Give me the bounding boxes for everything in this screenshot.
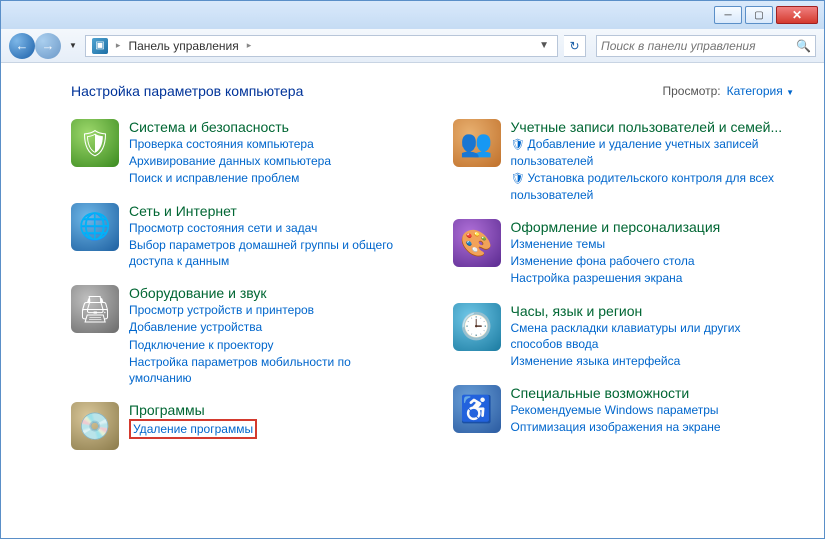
titlebar: ─ ▢ ✕ (1, 1, 824, 29)
task-link[interactable]: Рекомендуемые Windows параметры (511, 402, 721, 418)
task-link[interactable]: Настройка разрешения экрана (511, 270, 721, 286)
nav-arrows: ← → (9, 33, 61, 59)
category-users-title[interactable]: Учетные записи пользователей и семей... (511, 119, 795, 135)
category-access-title[interactable]: Специальные возможности (511, 385, 721, 401)
minimize-button[interactable]: ─ (714, 6, 742, 24)
category-appearance: 🎨 Оформление и персонализация Изменение … (453, 219, 795, 287)
category-system-title[interactable]: Система и безопасность (129, 119, 331, 135)
task-link[interactable]: Настройка параметров мобильности по умол… (129, 354, 413, 386)
view-by: Просмотр: Категория ▼ (662, 84, 794, 98)
category-hardware: 🖨 Оборудование и звук Просмотр устройств… (71, 285, 413, 386)
category-appearance-title[interactable]: Оформление и персонализация (511, 219, 721, 235)
breadcrumb-sep: ▸ (112, 40, 125, 51)
accessibility-icon: ♿ (453, 385, 501, 433)
task-link[interactable]: 🛡Установка родительского контроля для вс… (511, 170, 795, 203)
right-column: 👥 Учетные записи пользователей и семей..… (453, 119, 795, 450)
breadcrumb-sep: ▸ (243, 40, 256, 51)
disc-icon: 💿 (71, 402, 119, 450)
control-panel-window: ─ ▢ ✕ ← → ▼ ▣ ▸ Панель управления ▸ ▼ ↻ … (0, 0, 825, 539)
category-users: 👥 Учетные записи пользователей и семей..… (453, 119, 795, 203)
task-link[interactable]: Изменение темы (511, 236, 721, 252)
highlight-box: Удаление программы (129, 419, 257, 439)
page-title: Настройка параметров компьютера (71, 83, 303, 99)
task-link[interactable]: Оптимизация изображения на экране (511, 419, 721, 435)
task-link[interactable]: Подключение к проектору (129, 337, 413, 353)
category-clock: 🕒 Часы, язык и регион Смена раскладки кл… (453, 303, 795, 370)
task-link[interactable]: Архивирование данных компьютера (129, 153, 331, 169)
task-link[interactable]: Поиск и исправление проблем (129, 170, 331, 186)
left-column: 🛡 Система и безопасность Проверка состоя… (71, 119, 413, 450)
printer-icon: 🖨 (71, 285, 119, 333)
monitor-icon: 🎨 (453, 219, 501, 267)
task-link[interactable]: Добавление устройства (129, 319, 413, 335)
maximize-button[interactable]: ▢ (745, 6, 773, 24)
page-header: Настройка параметров компьютера Просмотр… (71, 83, 794, 99)
search-input[interactable] (601, 39, 796, 53)
category-network-title[interactable]: Сеть и Интернет (129, 203, 413, 219)
history-dropdown[interactable]: ▼ (67, 41, 79, 50)
refresh-button[interactable]: ↻ (564, 35, 586, 57)
category-access: ♿ Специальные возможности Рекомендуемые … (453, 385, 795, 435)
shield-icon: 🛡 (71, 119, 119, 167)
view-dropdown[interactable]: Категория ▼ (727, 84, 794, 98)
page-body: Настройка параметров компьютера Просмотр… (1, 63, 824, 460)
breadcrumb-dropdown[interactable]: ▼ (533, 40, 555, 51)
breadcrumb-text[interactable]: Панель управления (124, 39, 242, 53)
view-label: Просмотр: (662, 84, 720, 98)
navbar: ← → ▼ ▣ ▸ Панель управления ▸ ▼ ↻ 🔍 (1, 29, 824, 63)
category-programs-title[interactable]: Программы (129, 402, 257, 418)
search-bar[interactable]: 🔍 (596, 35, 816, 57)
forward-button[interactable]: → (35, 33, 61, 59)
task-link[interactable]: Просмотр состояния сети и задач (129, 220, 413, 236)
people-icon: 👥 (453, 119, 501, 167)
task-link[interactable]: Изменение фона рабочего стола (511, 253, 721, 269)
breadcrumb-bar[interactable]: ▣ ▸ Панель управления ▸ ▼ (85, 35, 558, 57)
category-columns: 🛡 Система и безопасность Проверка состоя… (71, 119, 794, 450)
globe-icon: 🌐 (71, 203, 119, 251)
close-button[interactable]: ✕ (776, 6, 818, 24)
task-link[interactable]: Смена раскладки клавиатуры или других сп… (511, 320, 795, 352)
task-link[interactable]: 🛡Добавление и удаление учетных записей п… (511, 136, 795, 169)
task-link[interactable]: Просмотр устройств и принтеров (129, 302, 413, 318)
category-clock-title[interactable]: Часы, язык и регион (511, 303, 795, 319)
category-system: 🛡 Система и безопасность Проверка состоя… (71, 119, 413, 187)
clock-icon: 🕒 (453, 303, 501, 351)
task-link[interactable]: Изменение языка интерфейса (511, 353, 795, 369)
category-programs: 💿 Программы Удаление программы (71, 402, 413, 450)
back-button[interactable]: ← (9, 33, 35, 59)
control-panel-icon: ▣ (92, 38, 108, 54)
uac-shield-icon: 🛡 (511, 139, 525, 151)
task-link[interactable]: Выбор параметров домашней группы и общег… (129, 237, 413, 269)
category-hardware-title[interactable]: Оборудование и звук (129, 285, 413, 301)
task-link[interactable]: Проверка состояния компьютера (129, 136, 331, 152)
task-uninstall-program[interactable]: Удаление программы (133, 422, 253, 436)
search-icon[interactable]: 🔍 (796, 39, 811, 53)
category-network: 🌐 Сеть и Интернет Просмотр состояния сет… (71, 203, 413, 270)
uac-shield-icon: 🛡 (511, 173, 525, 185)
